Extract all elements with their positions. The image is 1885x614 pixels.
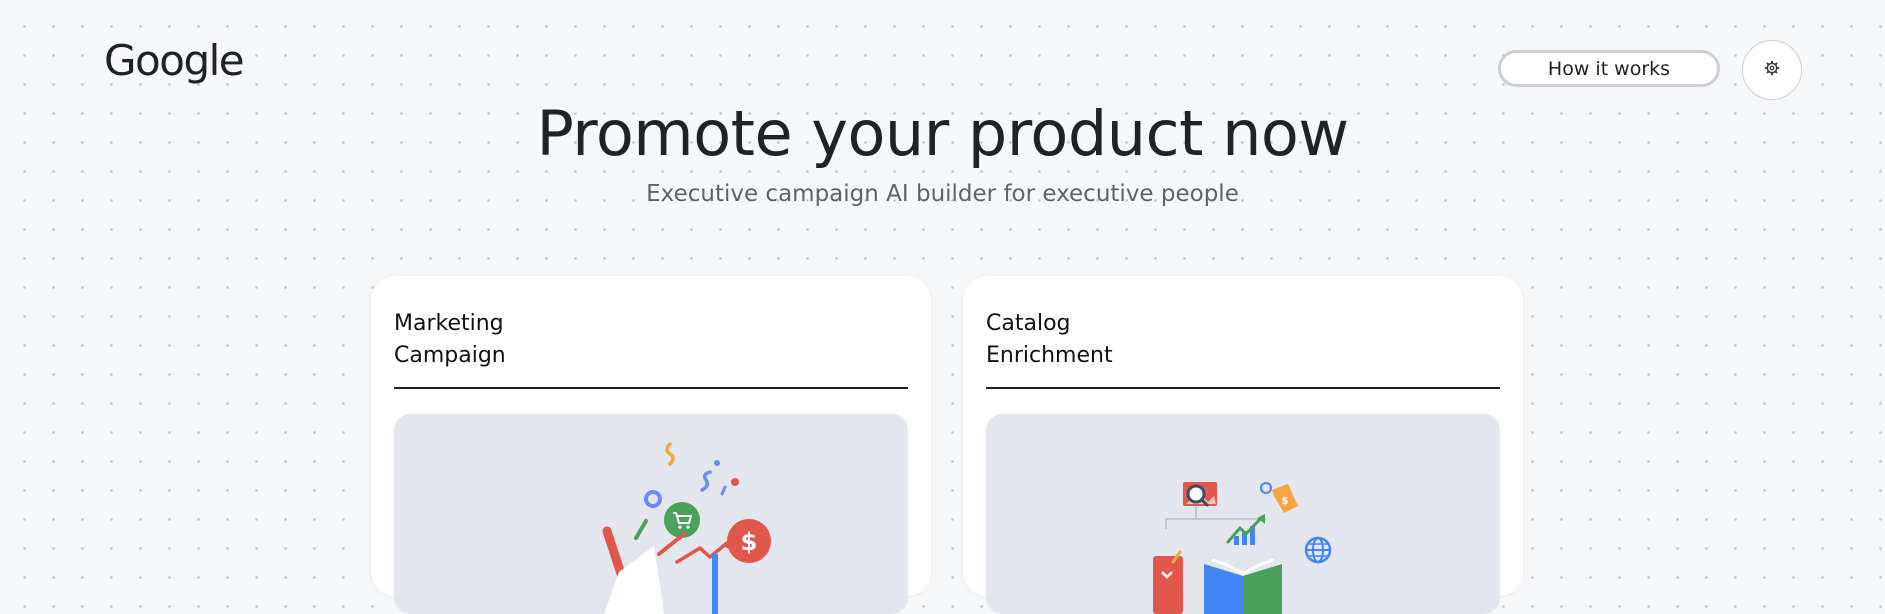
open-book-catalog-illustration: $	[986, 414, 1500, 614]
svg-text:$: $	[741, 528, 758, 556]
how-it-works-button[interactable]: How it works	[1498, 50, 1720, 87]
card-title-line: Catalog	[986, 311, 1071, 336]
svg-text:$: $	[1282, 496, 1289, 507]
catalog-enrichment-card[interactable]: Catalog Enrichment $	[963, 276, 1523, 614]
gear-icon	[1764, 60, 1780, 80]
page-subtitle: Executive campaign AI builder for execut…	[646, 181, 1239, 207]
marketing-campaign-card[interactable]: Marketing Campaign $	[371, 276, 931, 614]
settings-button[interactable]	[1742, 40, 1802, 100]
megaphone-shopping-illustration: $	[394, 414, 908, 614]
page-title: Promote your product now	[536, 97, 1349, 170]
card-title-line: Enrichment	[986, 343, 1113, 368]
how-it-works-label: How it works	[1547, 57, 1671, 80]
card-title-line: Marketing	[394, 311, 504, 336]
card-title: Catalog Enrichment	[986, 308, 1386, 372]
card-divider	[394, 387, 908, 389]
card-title: Marketing Campaign	[394, 308, 794, 372]
card-title-line: Campaign	[394, 343, 506, 368]
google-logo[interactable]: Google	[104, 40, 245, 82]
card-divider	[986, 387, 1500, 389]
